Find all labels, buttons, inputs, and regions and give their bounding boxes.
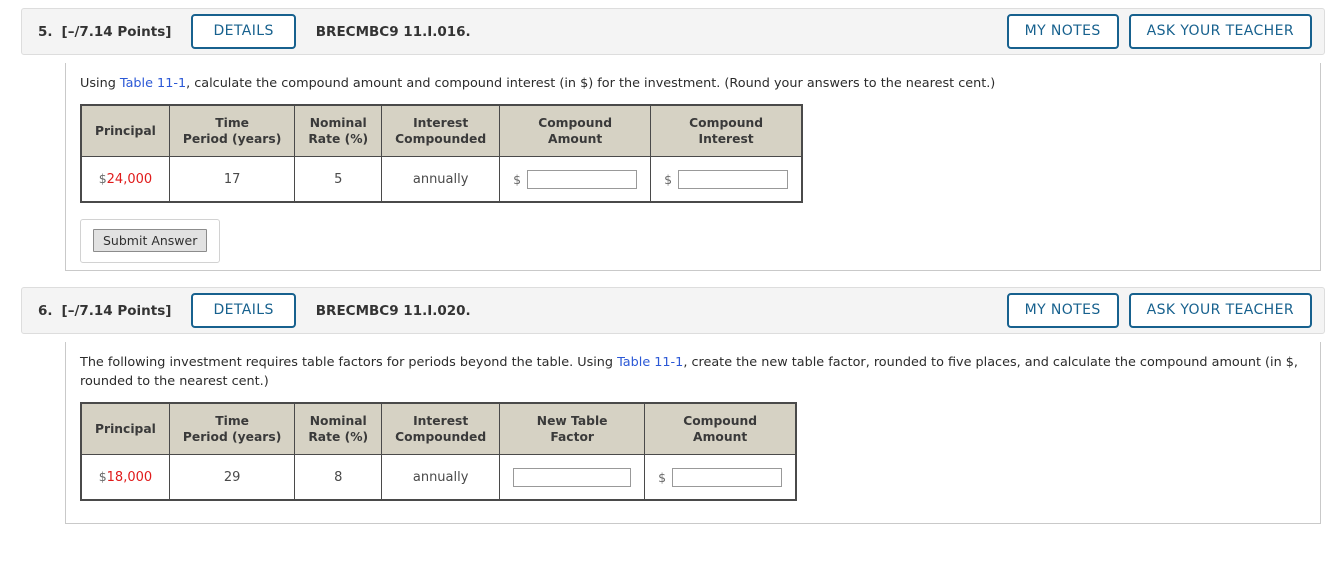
problem-body-6: The following investment requires table … [65, 342, 1321, 524]
cell-principal: $24,000 [80, 156, 170, 203]
col-principal: Principal [80, 402, 170, 456]
compound-amount-input-group: $ [513, 169, 638, 189]
compound-amount-input-group: $ [658, 467, 783, 487]
cell-time-period: 17 [168, 156, 296, 203]
table-head: Principal Time Period (years) Nominal Ra… [80, 402, 797, 456]
compound-interest-input-group: $ [664, 169, 789, 189]
cell-time-period: 29 [168, 454, 296, 501]
compound-amount-input[interactable] [527, 169, 638, 189]
question-text-before: The following investment requires table … [80, 355, 618, 370]
problem-header-6: 6. [–/7.14 Points] DETAILS BRECMBC9 11.I… [21, 287, 1325, 334]
table-row: $18,000 29 8 annually $ [80, 454, 797, 501]
col-new-table-factor: New Table Factor [499, 402, 646, 456]
col-nominal-rate: Nominal Rate (%) [294, 402, 383, 456]
cell-compound-amount: $ [644, 454, 797, 501]
ask-your-teacher-button[interactable]: ASK YOUR TEACHER [1128, 292, 1312, 329]
table-header-row: Principal Time Period (years) Nominal Ra… [80, 104, 803, 158]
problem-body-5: Using Table 11-1, calculate the compound… [65, 63, 1321, 271]
details-button[interactable]: DETAILS [191, 292, 296, 329]
table-11-1-link[interactable]: Table 11-1 [617, 355, 683, 370]
table-header-row: Principal Time Period (years) Nominal Ra… [80, 402, 797, 456]
problem-number: 6. [38, 302, 53, 319]
dollar-sign-icon: $ [658, 469, 667, 485]
header-actions: MY NOTES ASK YOUR TEACHER [1006, 292, 1312, 329]
principal-value: 18,000 [106, 470, 153, 486]
my-notes-button[interactable]: MY NOTES [1006, 13, 1119, 50]
cell-interest-compounded: annually [381, 454, 501, 501]
col-principal: Principal [80, 104, 170, 158]
problem-points: [–/7.14 Points] [61, 23, 172, 40]
principal-dollar-sign: $ [98, 171, 107, 187]
cell-nominal-rate: 8 [294, 454, 383, 501]
dollar-sign-icon: $ [664, 171, 673, 187]
col-interest-compounded: Interest Compounded [381, 104, 501, 158]
new-table-factor-input-group [513, 467, 632, 487]
submit-answer-container: Submit Answer [80, 219, 221, 264]
dollar-sign-icon: $ [513, 171, 522, 187]
table-11-1-link[interactable]: Table 11-1 [120, 76, 186, 91]
col-nominal-rate: Nominal Rate (%) [294, 104, 383, 158]
col-time-period: Time Period (years) [168, 402, 296, 456]
col-time-period: Time Period (years) [168, 104, 296, 158]
question-text-before: Using [80, 76, 120, 91]
col-compound-amount: Compound Amount [644, 402, 797, 456]
ask-your-teacher-button[interactable]: ASK YOUR TEACHER [1128, 13, 1312, 50]
question-text-6: The following investment requires table … [80, 354, 1306, 392]
problem-number: 5. [38, 23, 53, 40]
header-actions: MY NOTES ASK YOUR TEACHER [1006, 13, 1312, 50]
table-body: $24,000 17 5 annually $ $ [80, 156, 803, 203]
principal-dollar-sign: $ [98, 469, 107, 485]
cell-nominal-rate: 5 [294, 156, 383, 203]
col-compound-amount: Compound Amount [499, 104, 652, 158]
problem-points: [–/7.14 Points] [61, 302, 172, 319]
investment-table-6: Principal Time Period (years) Nominal Ra… [80, 401, 798, 502]
col-compound-interest: Compound Interest [650, 104, 803, 158]
details-button[interactable]: DETAILS [191, 13, 296, 50]
cell-compound-interest: $ [650, 156, 803, 203]
cell-principal: $18,000 [80, 454, 170, 501]
cell-new-table-factor [499, 454, 646, 501]
cell-interest-compounded: annually [381, 156, 501, 203]
question-text-after: , calculate the compound amount and comp… [186, 76, 996, 91]
compound-amount-input[interactable] [672, 467, 783, 487]
new-table-factor-input[interactable] [513, 467, 632, 487]
investment-table-5: Principal Time Period (years) Nominal Ra… [80, 103, 804, 204]
table-head: Principal Time Period (years) Nominal Ra… [80, 104, 803, 158]
submit-answer-button[interactable]: Submit Answer [93, 229, 208, 253]
problem-code: BRECMBC9 11.I.016. [315, 23, 471, 40]
problem-code: BRECMBC9 11.I.020. [315, 302, 471, 319]
compound-interest-input[interactable] [678, 169, 789, 189]
question-text-5: Using Table 11-1, calculate the compound… [80, 75, 1306, 94]
problem-header-5: 5. [–/7.14 Points] DETAILS BRECMBC9 11.I… [21, 8, 1325, 55]
table-row: $24,000 17 5 annually $ $ [80, 156, 803, 203]
principal-value: 24,000 [106, 172, 153, 188]
problem-card-6: 6. [–/7.14 Points] DETAILS BRECMBC9 11.I… [21, 287, 1325, 524]
col-interest-compounded: Interest Compounded [381, 402, 501, 456]
cell-compound-amount: $ [499, 156, 652, 203]
my-notes-button[interactable]: MY NOTES [1006, 292, 1119, 329]
table-body: $18,000 29 8 annually $ [80, 454, 797, 501]
problem-card-5: 5. [–/7.14 Points] DETAILS BRECMBC9 11.I… [21, 8, 1325, 271]
